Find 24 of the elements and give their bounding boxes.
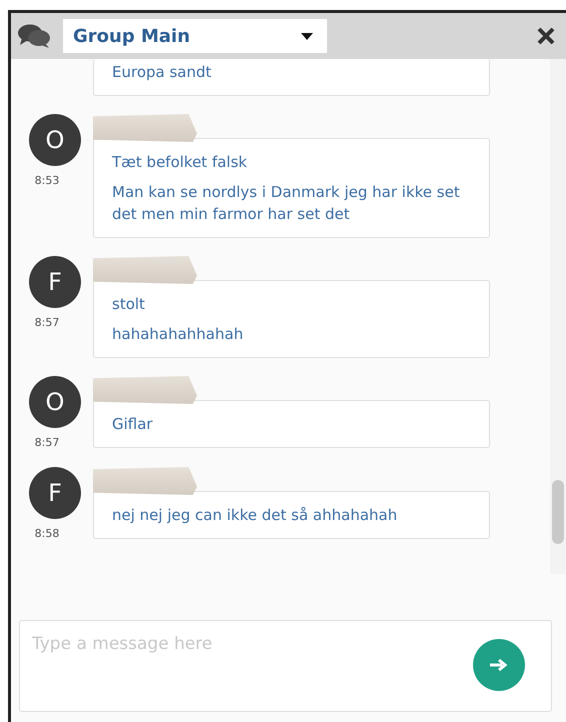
avatar: F xyxy=(29,256,81,308)
close-button[interactable] xyxy=(536,26,556,46)
scrollbar[interactable] xyxy=(550,59,566,574)
message-time: 8:53 xyxy=(34,174,60,187)
message-time: 8:57 xyxy=(34,436,60,449)
message-text: Man kan se nordlys i Danmark jeg har ikke set det men min farmor har set det xyxy=(112,182,461,225)
avatar: O xyxy=(29,114,81,166)
arrow-icon xyxy=(490,659,508,671)
message-text: Tæt befolket falsk xyxy=(112,152,248,173)
caret-icon xyxy=(301,32,313,40)
chat-bubbles-icon xyxy=(17,23,51,49)
group-select[interactable]: Group Main xyxy=(63,19,327,53)
avatar: O xyxy=(29,376,81,428)
close-icon xyxy=(536,26,556,46)
message-time: 8:57 xyxy=(34,316,60,329)
message-text: hahahahahhahah xyxy=(112,324,244,345)
scrollbar-thumb[interactable] xyxy=(552,480,564,544)
message-time: 8:58 xyxy=(34,527,60,540)
send-button[interactable] xyxy=(473,639,525,691)
message-text: nej nej jeg can ikke det så ahhahahah xyxy=(112,505,398,526)
message-text: Europa sandt xyxy=(112,62,212,83)
message-text: Giflar xyxy=(112,414,154,435)
avatar: F xyxy=(29,467,81,519)
message-text: stolt xyxy=(112,294,146,315)
